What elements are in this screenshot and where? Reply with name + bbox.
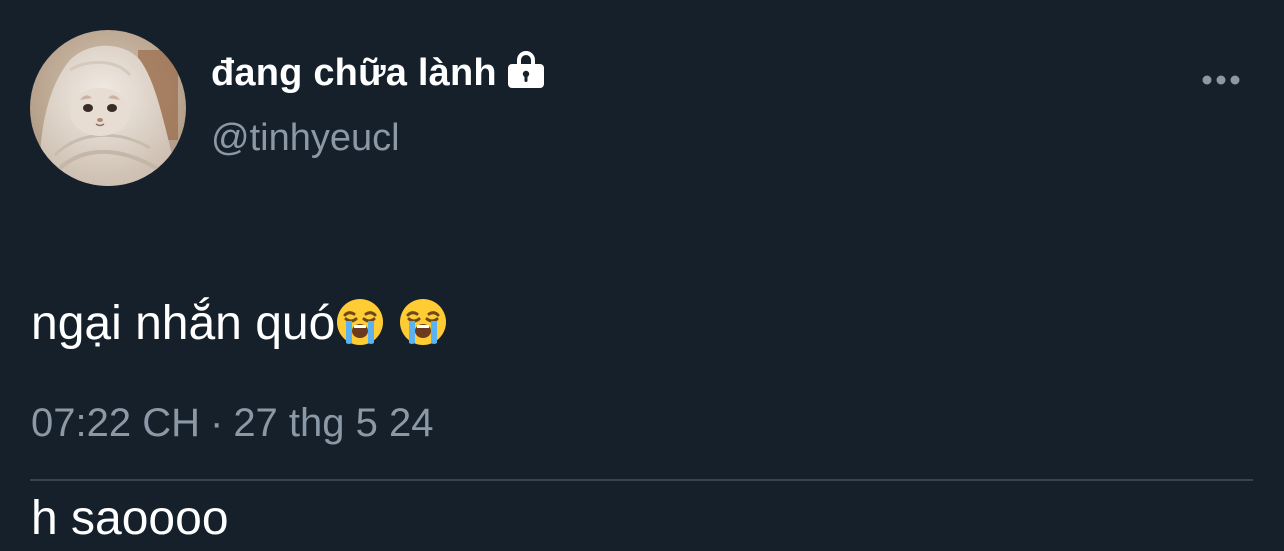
username-handle[interactable]: @tinhyeucl — [211, 115, 400, 161]
more-button[interactable] — [1196, 60, 1246, 100]
tweet-text-line1: ngại nhắn quó — [31, 297, 336, 350]
tweet-time: 07:22 CH — [31, 401, 200, 445]
display-name: đang chữa lành — [211, 52, 497, 94]
tweet-timestamp[interactable]: 07:22 CH · 27 thg 5 24 — [31, 397, 434, 449]
more-horizontal-icon — [1202, 75, 1240, 85]
tweet-text: ngại nhắn quó h saoooo — [31, 226, 1231, 551]
loudly-crying-face-emoji — [398, 297, 448, 347]
avatar[interactable] — [30, 30, 186, 186]
tweet-text-line2: h saoooo — [31, 492, 229, 545]
tweet-date: 27 thg 5 24 — [233, 401, 434, 445]
lock-icon — [505, 50, 547, 92]
cat-avatar-image — [30, 30, 186, 186]
divider — [30, 479, 1253, 481]
tweet: đang chữa lành @tinhyeucl ngại nhắn quó — [0, 0, 1284, 545]
meta-separator: · — [209, 401, 224, 445]
loudly-crying-face-emoji — [335, 297, 385, 347]
display-name-row[interactable]: đang chữa lành — [211, 50, 547, 96]
